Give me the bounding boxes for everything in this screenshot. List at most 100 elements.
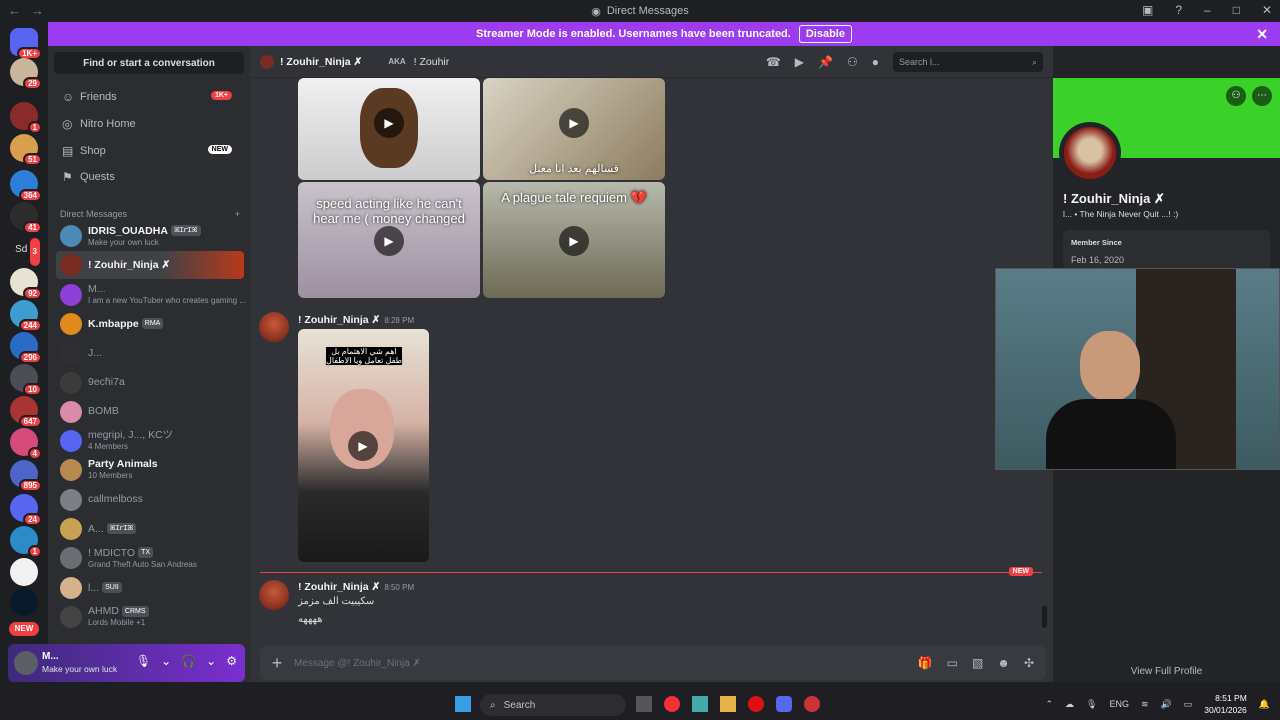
chevron-down-icon[interactable]: ⌄ [206,654,216,668]
windows-start-icon[interactable] [455,696,471,712]
microphone-icon[interactable]: 🎙 [136,654,151,668]
server-icon[interactable]: 895 [10,460,42,492]
dm-item[interactable]: ! Zouhir_Ninja ✗ [56,251,244,280]
dm-item[interactable]: ! MDICTO TX Grand Theft Auto San Andreas [56,544,244,572]
dm-item[interactable]: BOMB [56,398,244,426]
profile-icon[interactable]: ● [872,55,879,69]
server-icon[interactable]: 1 [10,102,42,134]
find-conversation-input[interactable]: Find or start a conversation [54,52,244,74]
dm-item[interactable]: IDRIS_OUADHA ꕤꞮꭈꞮꕤ Make your own luck [56,222,244,250]
dm-item[interactable]: l... SUII [56,574,244,602]
server-icon[interactable]: 647 [10,396,42,428]
chevron-down-icon[interactable]: ⌄ [161,654,171,668]
server-icon[interactable]: 92 [10,268,42,300]
headphones-icon[interactable]: 🎧 [181,654,196,668]
dm-item[interactable]: J... [56,339,244,367]
app-icon[interactable] [804,696,820,712]
message-author[interactable]: ! Zouhir_Ninja ✗ 8:50 PM [298,581,414,593]
dm-item[interactable]: 9ech̄i7a [56,369,244,397]
server-icon[interactable]: 41 [10,202,42,234]
sticker-icon[interactable]: ▧ [972,656,983,670]
user-name[interactable]: M... [42,651,59,662]
gift-icon[interactable]: 🎁 [918,656,933,670]
dm-item[interactable]: callmelboss [56,486,244,514]
server-icon[interactable] [10,588,38,616]
gif-icon[interactable]: ▭ [947,656,958,670]
server-icon[interactable]: 29 [10,58,42,90]
notification-icon[interactable]: 🔔 [1259,699,1270,710]
server-icon[interactable]: 51 [10,134,42,166]
minimize-button[interactable]: – [1204,3,1211,17]
back-icon[interactable]: ← [8,3,21,18]
dm-item[interactable]: megripi, J..., KCツ 4 Members [56,427,244,455]
server-icon[interactable]: 4 [10,428,42,460]
new-servers-pill[interactable]: NEW [9,622,39,636]
gear-icon[interactable]: ⚙ [226,654,237,668]
video-attachment[interactable]: قسالهم بعد انا معنل ▶ [483,78,665,180]
battery-icon[interactable]: ▭ [1184,699,1193,710]
server-icon[interactable]: Sdh 3 [10,236,42,268]
dm-item[interactable]: K.mbappe RMA [56,310,244,338]
view-full-profile-link[interactable]: View Full Profile [1053,666,1280,677]
language-indicator[interactable]: ENG [1109,699,1129,709]
emoji-icon[interactable]: ☻ [997,656,1010,670]
chrome-icon[interactable] [664,696,680,712]
dm-item[interactable]: M... I am a new YouTuber who creates gami… [56,281,246,309]
call-icon[interactable]: ☎ [766,55,781,69]
avatar[interactable] [14,651,38,675]
play-icon[interactable]: ▶ [559,108,589,138]
play-icon[interactable]: ▶ [559,226,589,256]
dm-item[interactable]: A... ꕤꞮꭈꞮꕤ [56,515,244,543]
play-icon[interactable]: ▶ [374,226,404,256]
server-icon[interactable]: 24 [10,494,42,526]
nav-shop[interactable]: ▤ Shop NEW [56,138,242,164]
forward-icon[interactable]: → [31,3,44,18]
video-icon[interactable]: ▶ [795,55,804,69]
snipping-tool-icon[interactable] [692,696,708,712]
play-icon[interactable]: ▶ [374,108,404,138]
dm-item[interactable]: AHMD CRMS Lords Mobile +1 [56,603,244,631]
dm-item[interactable]: Party Animals 10 Members [56,456,244,484]
video-attachment[interactable]: A plague tale requiem 💔 ▶ [483,182,665,298]
apps-icon[interactable]: ✣ [1024,656,1034,670]
server-icon[interactable]: 1 [10,526,42,558]
recipient-name[interactable]: ! Zouhir_Ninja ✗ [280,56,362,68]
chevron-up-icon[interactable]: ⌃ [1045,699,1053,710]
server-icon[interactable] [10,558,38,586]
avatar[interactable] [259,312,289,342]
discord-icon[interactable] [776,696,792,712]
microphone-icon[interactable]: 🎙 [1086,699,1097,710]
video-attachment[interactable]: اهم شي الاهتمام بل طفل تعامل ويا الاطفال… [298,329,429,562]
play-icon[interactable]: ▶ [348,431,378,461]
opera-icon[interactable] [748,696,764,712]
more-icon[interactable]: ⋯ [1252,86,1272,106]
video-attachment[interactable]: speed acting like he can't hear me ( mon… [298,182,480,298]
avatar[interactable] [1059,122,1121,184]
task-view-icon[interactable] [636,696,652,712]
search-input[interactable]: Search l... ⌕ [893,52,1043,72]
volume-icon[interactable]: 🔊 [1161,699,1172,710]
nav-friends[interactable]: ☺ Friends 1K+ [56,84,242,110]
message-input[interactable]: Message @! Zouhir_Ninja ✗ [294,658,918,669]
home-button[interactable]: 1K+ [10,28,42,60]
add-friend-icon[interactable]: ⚇ [847,55,858,69]
server-icon[interactable]: 296 [10,332,42,364]
wifi-icon[interactable]: ≋ [1141,699,1149,710]
server-icon[interactable]: 244 [10,300,42,332]
nav-nitro-home[interactable]: ◎ Nitro Home [56,111,242,137]
close-icon[interactable]: ✕ [1256,26,1268,43]
file-explorer-icon[interactable] [720,696,736,712]
avatar[interactable] [259,580,289,610]
server-icon[interactable]: 10 [10,364,42,396]
maximize-button[interactable]: □ [1233,3,1240,17]
message-author[interactable]: ! Zouhir_Ninja ✗ 8:28 PM [298,314,414,326]
nav-quests[interactable]: ⚑ Quests [56,164,242,190]
disable-button[interactable]: Disable [798,25,852,43]
inbox-icon[interactable]: ▣ [1142,3,1153,17]
add-attachment-icon[interactable]: + [260,653,294,674]
scrollbar[interactable] [1042,606,1047,628]
network-icon[interactable]: ☁ [1065,699,1074,710]
pin-icon[interactable]: 📌 [818,55,833,69]
taskbar-search[interactable]: ⌕ Search [480,694,626,716]
close-window-button[interactable]: ✕ [1262,3,1272,17]
